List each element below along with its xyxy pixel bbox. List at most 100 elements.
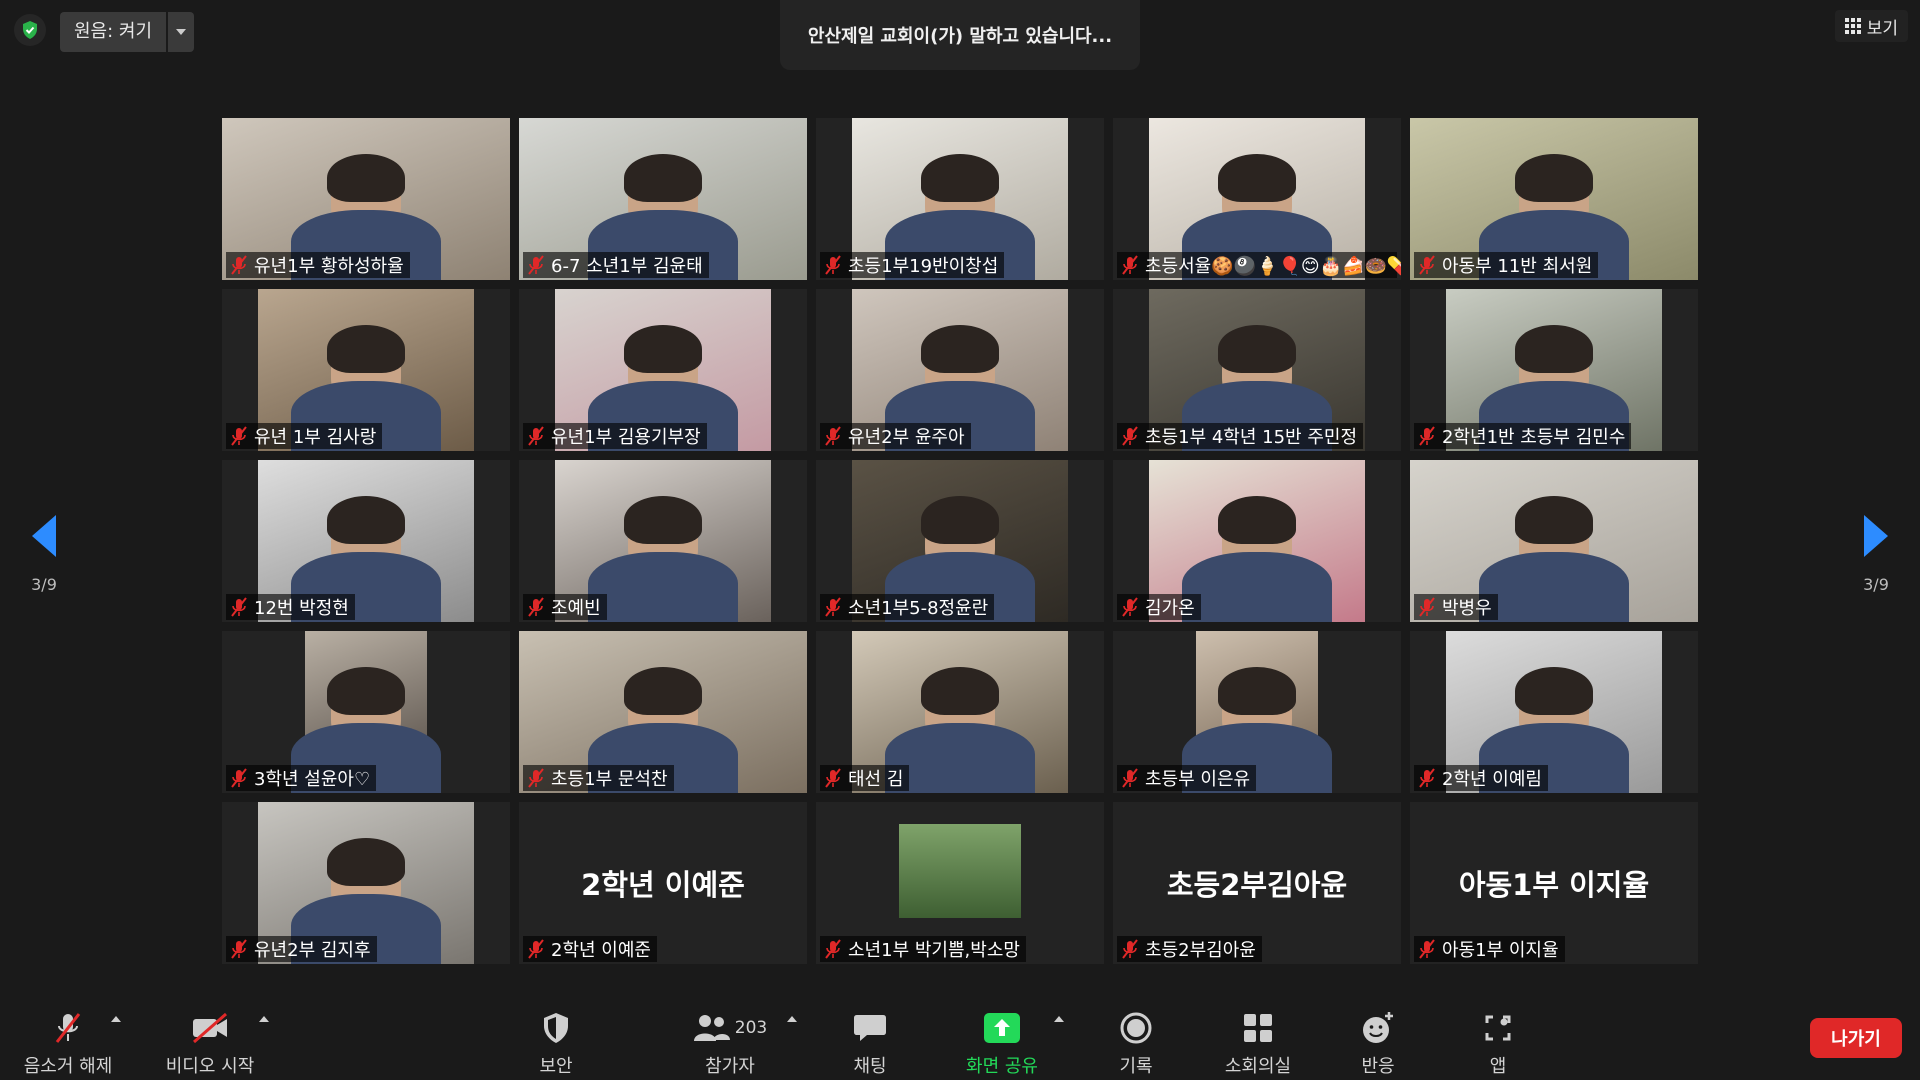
breakout-rooms-button[interactable]: 소회의실 (1216, 990, 1300, 1080)
participants-caret-icon[interactable] (787, 1016, 797, 1022)
participant-count: 203 (734, 1018, 768, 1038)
encryption-shield-icon[interactable] (14, 14, 46, 46)
participant-name-tag: 아동1부 이지율 (1414, 936, 1565, 962)
arrow-left-icon[interactable] (32, 515, 56, 557)
participant-tile[interactable]: 초등서율🍪🎱🍦🎈😊🎂🍰🍩💊 (1113, 118, 1401, 280)
audio-options-caret-icon[interactable] (111, 1016, 121, 1022)
participants-icon: 203 (693, 1010, 767, 1046)
view-label: 보기 (1866, 18, 1898, 39)
participant-tile[interactable]: 초등1부19반이창섭 (816, 118, 1104, 280)
participant-tile[interactable]: 박병우 (1410, 460, 1698, 622)
participant-tile[interactable]: 유년1부 황하성하율 (222, 118, 510, 280)
video-options-caret-icon[interactable] (259, 1016, 269, 1022)
muted-mic-icon (1121, 939, 1139, 959)
participant-tile[interactable]: 태선 김 (816, 631, 1104, 793)
participant-name: 아동부 11반 최서원 (1442, 256, 1593, 277)
chat-button[interactable]: 채팅 (838, 990, 902, 1080)
participant-name-tag: 초등부 이은유 (1117, 765, 1257, 791)
original-sound-dropdown[interactable] (168, 12, 195, 52)
muted-mic-icon (527, 597, 545, 617)
participant-name-tag: 소년1부5-8정윤란 (820, 594, 995, 620)
view-button[interactable]: 보기 (1834, 10, 1908, 42)
participant-tile[interactable]: 소년1부5-8정윤란 (816, 460, 1104, 622)
arrow-right-icon[interactable] (1864, 515, 1888, 557)
unmute-label: 음소거 해제 (23, 1056, 113, 1077)
muted-mic-icon (230, 255, 248, 275)
record-icon (1120, 1010, 1152, 1046)
participant-tile[interactable]: 김가온 (1113, 460, 1401, 622)
muted-mic-icon (824, 255, 842, 275)
participant-tile[interactable]: 초등2부김아윤 초등2부김아윤 (1113, 802, 1401, 964)
participant-name: 박병우 (1442, 598, 1492, 619)
participant-name: 초등부 이은유 (1145, 769, 1251, 790)
participant-tile[interactable]: 2학년 이예림 (1410, 631, 1698, 793)
muted-mic-icon (824, 597, 842, 617)
reactions-button[interactable]: 반응 (1346, 990, 1410, 1080)
share-screen-button[interactable]: 화면 공유 (950, 990, 1054, 1080)
security-button[interactable]: 보안 (524, 990, 588, 1080)
leave-button[interactable]: 나가기 (1810, 1018, 1902, 1058)
breakout-rooms-label: 소회의실 (1224, 1056, 1292, 1077)
previous-page[interactable]: 3/9 (14, 515, 74, 594)
muted-mic-icon (1418, 597, 1436, 617)
participant-tile[interactable]: 유년2부 김지후 (222, 802, 510, 964)
participants-button[interactable]: 203 참가자 (680, 990, 780, 1080)
muted-mic-icon (824, 939, 842, 959)
grid-view-icon (1844, 18, 1861, 34)
participant-name-tag: 유년1부 김용기부장 (523, 423, 707, 449)
apps-label: 앱 (1489, 1056, 1507, 1077)
participant-tile[interactable]: 12번 박정현 (222, 460, 510, 622)
apps-button[interactable]: 앱 (1466, 990, 1530, 1080)
participant-tile[interactable]: 2학년 이예준 2학년 이예준 (519, 802, 807, 964)
reactions-label: 반응 (1361, 1056, 1395, 1077)
share-options-caret-icon[interactable] (1054, 1016, 1064, 1022)
record-label: 기록 (1119, 1056, 1153, 1077)
participant-tile[interactable]: 유년2부 윤주아 (816, 289, 1104, 451)
participant-name: 초등2부김아윤 (1145, 940, 1256, 961)
participant-tile[interactable]: 조예빈 (519, 460, 807, 622)
participant-tile[interactable]: 초등부 이은유 (1113, 631, 1401, 793)
participant-name: 조예빈 (551, 598, 601, 619)
participant-display-name: 아동1부 이지율 (1458, 868, 1650, 902)
participant-name-tag: 3학년 설윤아♡ (226, 765, 377, 791)
participant-tile[interactable]: 3학년 설윤아♡ (222, 631, 510, 793)
muted-mic-icon (1121, 768, 1139, 788)
participant-tile[interactable]: 6-7 소년1부 김윤태 (519, 118, 807, 280)
participant-tile[interactable]: 유년1부 김용기부장 (519, 289, 807, 451)
participant-name: 소년1부5-8정윤란 (848, 598, 989, 619)
reaction-smiley-icon (1361, 1010, 1395, 1046)
participant-name: 초등서율🍪🎱🍦🎈😊🎂🍰🍩💊 (1145, 256, 1401, 277)
participant-tile[interactable]: 아동1부 이지율 아동1부 이지율 (1410, 802, 1698, 964)
record-button[interactable]: 기록 (1104, 990, 1168, 1080)
participant-name: 초등1부 4학년 15반 주민정 (1145, 427, 1358, 448)
participant-name: 태선 김 (848, 769, 904, 790)
original-sound-button[interactable]: 원음: 켜기 (60, 12, 167, 52)
muted-mic-icon (527, 939, 545, 959)
participant-name: 소년1부 박기쁨,박소망 (848, 940, 1020, 961)
active-speaker-banner: 안산제일 교회이(가) 말하고 있습니다... (780, 0, 1140, 70)
participant-tile[interactable]: 초등1부 문석찬 (519, 631, 807, 793)
next-page[interactable]: 3/9 (1846, 515, 1906, 594)
participant-name-tag: 초등1부 4학년 15반 주민정 (1117, 423, 1364, 449)
page-indicator-right: 3/9 (1863, 575, 1889, 594)
chevron-down-icon (176, 29, 187, 35)
participant-name: 2학년 이예준 (551, 940, 651, 961)
participant-display-name: 초등2부김아윤 (1166, 868, 1348, 902)
apps-icon (1483, 1010, 1513, 1046)
chat-bubble-icon (853, 1010, 887, 1046)
participant-tile[interactable]: 유년 1부 김사랑 (222, 289, 510, 451)
participant-name-tag: 유년 1부 김사랑 (226, 423, 383, 449)
muted-mic-icon (1418, 426, 1436, 446)
unmute-button[interactable]: 음소거 해제 (18, 990, 118, 1080)
participant-name-tag: 유년2부 윤주아 (820, 423, 971, 449)
participant-tile[interactable]: 2학년1반 초등부 김민수 (1410, 289, 1698, 451)
participant-name-tag: 2학년1반 초등부 김민수 (1414, 423, 1632, 449)
participant-tile[interactable]: 초등1부 4학년 15반 주민정 (1113, 289, 1401, 451)
security-label: 보안 (539, 1056, 573, 1077)
participant-name: 12번 박정현 (254, 598, 349, 619)
participant-name-tag: 태선 김 (820, 765, 910, 791)
participant-tile[interactable]: 소년1부 박기쁨,박소망 (816, 802, 1104, 964)
muted-mic-icon (230, 768, 248, 788)
participant-tile[interactable]: 아동부 11반 최서원 (1410, 118, 1698, 280)
start-video-button[interactable]: 비디오 시작 (160, 990, 260, 1080)
